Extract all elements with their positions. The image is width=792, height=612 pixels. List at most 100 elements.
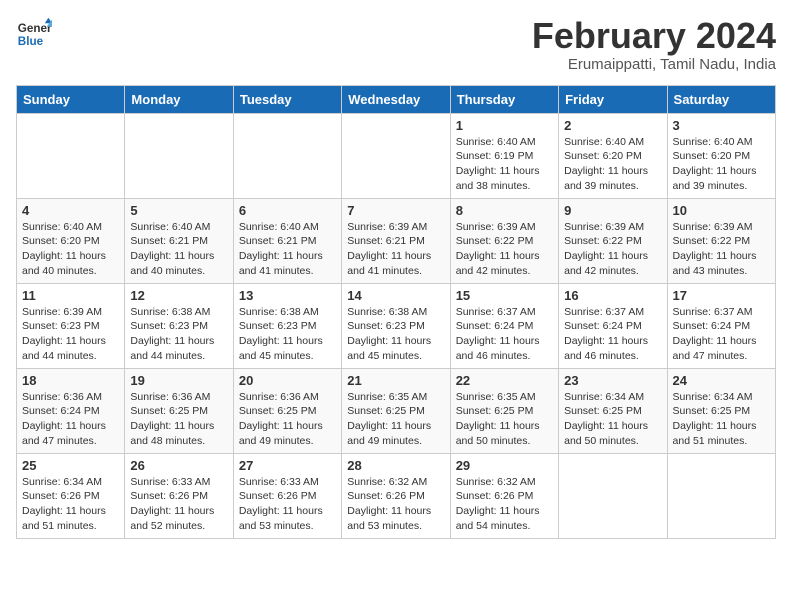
calendar-cell — [125, 113, 233, 198]
week-row-0: 1 Sunrise: 6:40 AMSunset: 6:19 PMDaylight… — [17, 113, 776, 198]
day-info: Sunrise: 6:35 AMSunset: 6:25 PMDaylight:… — [347, 390, 444, 449]
day-number: 22 — [456, 373, 553, 388]
title-area: February 2024 Erumaippatti, Tamil Nadu, … — [532, 16, 776, 73]
calendar-cell: 14 Sunrise: 6:38 AMSunset: 6:23 PMDayligh… — [342, 283, 450, 368]
day-info: Sunrise: 6:38 AMSunset: 6:23 PMDaylight:… — [130, 305, 227, 364]
day-number: 16 — [564, 288, 661, 303]
day-info: Sunrise: 6:32 AMSunset: 6:26 PMDaylight:… — [456, 475, 553, 534]
day-number: 29 — [456, 458, 553, 473]
day-info: Sunrise: 6:39 AMSunset: 6:22 PMDaylight:… — [564, 220, 661, 279]
calendar-subtitle: Erumaippatti, Tamil Nadu, India — [532, 56, 776, 73]
day-number: 24 — [673, 373, 770, 388]
day-info: Sunrise: 6:33 AMSunset: 6:26 PMDaylight:… — [130, 475, 227, 534]
day-number: 15 — [456, 288, 553, 303]
calendar-cell: 13Sunrise: 6:38 AMSunset: 6:23 PMDayligh… — [233, 283, 341, 368]
calendar-cell: 22Sunrise: 6:35 AMSunset: 6:25 PMDayligh… — [450, 368, 558, 453]
header-day-monday: Monday — [125, 85, 233, 113]
day-number: 10 — [673, 203, 770, 218]
day-number: 8 — [456, 203, 553, 218]
day-info: Sunrise: 6:36 AMSunset: 6:24 PMDaylight:… — [22, 390, 119, 449]
day-info: Sunrise: 6:34 AMSunset: 6:26 PMDaylight:… — [22, 475, 119, 534]
day-info: Sunrise: 6:38 AMSunset: 6:23 PMDaylight:… — [347, 305, 444, 364]
day-info: Sunrise: 6:32 AMSunset: 6:26 PMDaylight:… — [347, 475, 444, 534]
calendar-cell: 21 Sunrise: 6:35 AMSunset: 6:25 PMDayligh… — [342, 368, 450, 453]
day-number: 28 — [347, 458, 444, 473]
day-number: 3 — [673, 118, 770, 133]
calendar-cell: 1 Sunrise: 6:40 AMSunset: 6:19 PMDaylight… — [450, 113, 558, 198]
day-info: Sunrise: 6:37 AMSunset: 6:24 PMDaylight:… — [564, 305, 661, 364]
header: General Blue February 2024 Erumaippatti,… — [16, 16, 776, 73]
day-number: 1 — [456, 118, 553, 133]
calendar-cell: 18 Sunrise: 6:36 AMSunset: 6:24 PMDayligh… — [17, 368, 125, 453]
svg-text:Blue: Blue — [18, 35, 44, 48]
day-number: 4 — [22, 203, 119, 218]
day-info: Sunrise: 6:39 AMSunset: 6:22 PMDaylight:… — [673, 220, 770, 279]
day-number: 18 — [22, 373, 119, 388]
header-day-thursday: Thursday — [450, 85, 558, 113]
day-number: 19 — [130, 373, 227, 388]
day-number: 17 — [673, 288, 770, 303]
day-number: 7 — [347, 203, 444, 218]
day-info: Sunrise: 6:40 AMSunset: 6:21 PMDaylight:… — [130, 220, 227, 279]
day-info: Sunrise: 6:37 AMSunset: 6:24 PMDaylight:… — [456, 305, 553, 364]
day-info: Sunrise: 6:40 AMSunset: 6:20 PMDaylight:… — [564, 135, 661, 194]
day-number: 26 — [130, 458, 227, 473]
day-info: Sunrise: 6:34 AMSunset: 6:25 PMDaylight:… — [673, 390, 770, 449]
calendar-cell: 11Sunrise: 6:39 AMSunset: 6:23 PMDayligh… — [17, 283, 125, 368]
week-row-3: 18 Sunrise: 6:36 AMSunset: 6:24 PMDayligh… — [17, 368, 776, 453]
calendar-cell: 16 Sunrise: 6:37 AMSunset: 6:24 PMDayligh… — [559, 283, 667, 368]
calendar-cell: 3 Sunrise: 6:40 AMSunset: 6:20 PMDaylight… — [667, 113, 775, 198]
day-info: Sunrise: 6:36 AMSunset: 6:25 PMDaylight:… — [239, 390, 336, 449]
logo-icon: General Blue — [16, 16, 52, 52]
calendar-cell: 25 Sunrise: 6:34 AMSunset: 6:26 PMDayligh… — [17, 453, 125, 538]
calendar-cell: 26 Sunrise: 6:33 AMSunset: 6:26 PMDayligh… — [125, 453, 233, 538]
header-day-sunday: Sunday — [17, 85, 125, 113]
calendar-cell: 8 Sunrise: 6:39 AMSunset: 6:22 PMDaylight… — [450, 198, 558, 283]
day-number: 5 — [130, 203, 227, 218]
calendar-cell: 5 Sunrise: 6:40 AMSunset: 6:21 PMDaylight… — [125, 198, 233, 283]
day-info: Sunrise: 6:37 AMSunset: 6:24 PMDaylight:… — [673, 305, 770, 364]
calendar-cell: 10 Sunrise: 6:39 AMSunset: 6:22 PMDayligh… — [667, 198, 775, 283]
calendar-cell: 28 Sunrise: 6:32 AMSunset: 6:26 PMDayligh… — [342, 453, 450, 538]
header-day-friday: Friday — [559, 85, 667, 113]
calendar-cell: 24 Sunrise: 6:34 AMSunset: 6:25 PMDayligh… — [667, 368, 775, 453]
day-number: 12 — [130, 288, 227, 303]
day-info: Sunrise: 6:40 AMSunset: 6:21 PMDaylight:… — [239, 220, 336, 279]
header-day-saturday: Saturday — [667, 85, 775, 113]
calendar-cell — [559, 453, 667, 538]
day-number: 21 — [347, 373, 444, 388]
calendar-cell: 23Sunrise: 6:34 AMSunset: 6:25 PMDayligh… — [559, 368, 667, 453]
day-number: 20 — [239, 373, 336, 388]
calendar-cell — [233, 113, 341, 198]
day-info: Sunrise: 6:40 AMSunset: 6:20 PMDaylight:… — [22, 220, 119, 279]
calendar-cell — [667, 453, 775, 538]
week-row-2: 11Sunrise: 6:39 AMSunset: 6:23 PMDayligh… — [17, 283, 776, 368]
calendar-cell: 19Sunrise: 6:36 AMSunset: 6:25 PMDayligh… — [125, 368, 233, 453]
day-number: 2 — [564, 118, 661, 133]
logo: General Blue — [16, 16, 52, 52]
day-number: 14 — [347, 288, 444, 303]
calendar-cell — [342, 113, 450, 198]
day-info: Sunrise: 6:40 AMSunset: 6:20 PMDaylight:… — [673, 135, 770, 194]
day-info: Sunrise: 6:39 AMSunset: 6:23 PMDaylight:… — [22, 305, 119, 364]
day-info: Sunrise: 6:40 AMSunset: 6:19 PMDaylight:… — [456, 135, 553, 194]
calendar-cell: 7 Sunrise: 6:39 AMSunset: 6:21 PMDaylight… — [342, 198, 450, 283]
calendar-cell: 20 Sunrise: 6:36 AMSunset: 6:25 PMDayligh… — [233, 368, 341, 453]
day-info: Sunrise: 6:39 AMSunset: 6:21 PMDaylight:… — [347, 220, 444, 279]
calendar-cell: 27Sunrise: 6:33 AMSunset: 6:26 PMDayligh… — [233, 453, 341, 538]
calendar-cell: 9Sunrise: 6:39 AMSunset: 6:22 PMDaylight… — [559, 198, 667, 283]
day-info: Sunrise: 6:39 AMSunset: 6:22 PMDaylight:… — [456, 220, 553, 279]
header-row: SundayMondayTuesdayWednesdayThursdayFrid… — [17, 85, 776, 113]
day-info: Sunrise: 6:38 AMSunset: 6:23 PMDaylight:… — [239, 305, 336, 364]
calendar-cell: 4 Sunrise: 6:40 AMSunset: 6:20 PMDaylight… — [17, 198, 125, 283]
day-info: Sunrise: 6:34 AMSunset: 6:25 PMDaylight:… — [564, 390, 661, 449]
calendar-cell: 6Sunrise: 6:40 AMSunset: 6:21 PMDaylight… — [233, 198, 341, 283]
calendar-title: February 2024 — [532, 16, 776, 56]
svg-text:General: General — [18, 22, 52, 35]
calendar-cell: 15 Sunrise: 6:37 AMSunset: 6:24 PMDayligh… — [450, 283, 558, 368]
day-number: 25 — [22, 458, 119, 473]
calendar-cell: 29 Sunrise: 6:32 AMSunset: 6:26 PMDayligh… — [450, 453, 558, 538]
week-row-4: 25 Sunrise: 6:34 AMSunset: 6:26 PMDayligh… — [17, 453, 776, 538]
calendar-cell: 17 Sunrise: 6:37 AMSunset: 6:24 PMDayligh… — [667, 283, 775, 368]
calendar-cell — [17, 113, 125, 198]
